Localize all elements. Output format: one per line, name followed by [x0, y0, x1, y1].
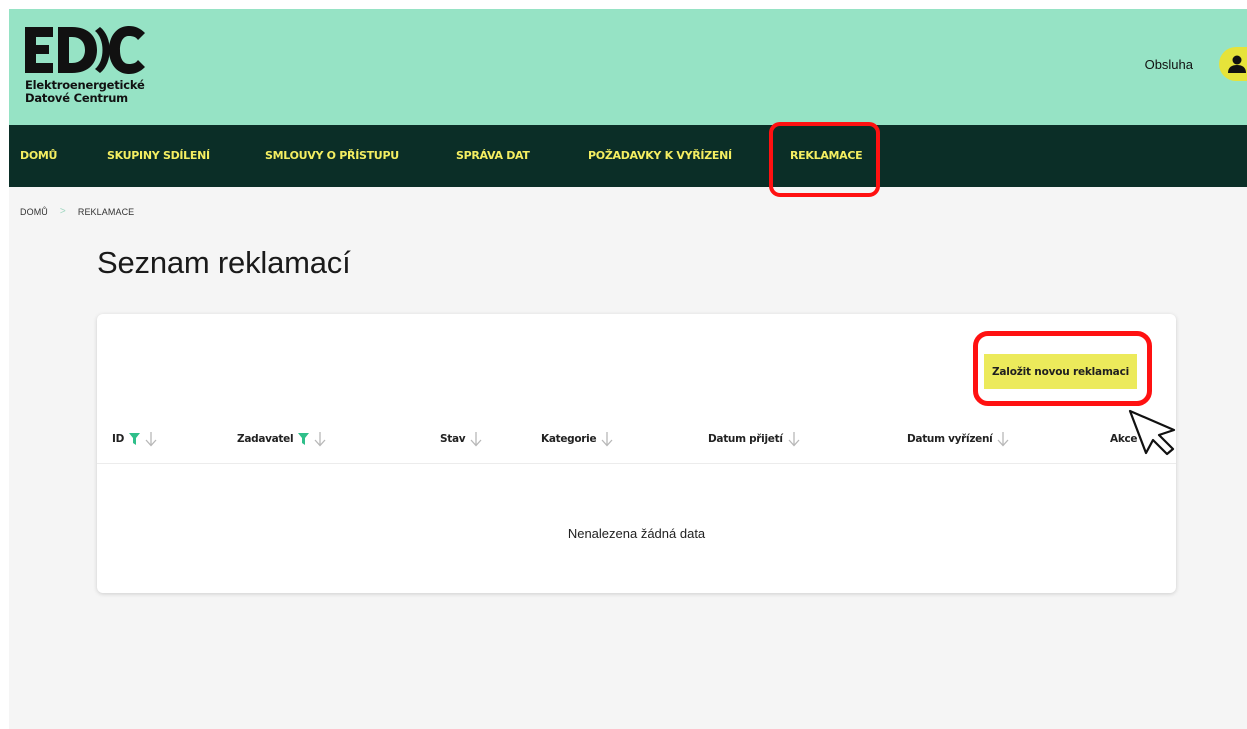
column-label: ID	[112, 433, 125, 445]
breadcrumb-item-reklamace: REKLAMACE	[77, 206, 135, 217]
arrow-down-icon[interactable]	[470, 431, 482, 447]
arrow-down-icon[interactable]	[788, 431, 800, 447]
nav-item-pozadavky-k-vyrizeni[interactable]: POŽADAVKY K VYŘÍZENÍ	[588, 125, 732, 187]
nav-item-domu[interactable]: DOMŮ	[20, 125, 57, 187]
column-header-zadavatel[interactable]: Zadavatel	[237, 428, 326, 450]
funnel-icon[interactable]	[129, 433, 141, 445]
column-label: Stav	[440, 433, 466, 445]
arrow-down-icon[interactable]	[314, 431, 326, 447]
arrow-down-icon[interactable]	[145, 431, 157, 447]
user-name[interactable]: Obsluha	[1145, 57, 1193, 72]
nav-item-smlouvy-o-pristupu[interactable]: SMLOUVY O PŘÍSTUPU	[265, 125, 399, 187]
breadcrumb-item-domu[interactable]: DOMŮ	[20, 207, 48, 217]
funnel-icon[interactable]	[298, 433, 310, 445]
arrow-down-icon[interactable]	[601, 431, 613, 447]
nav-item-skupiny-sdileni[interactable]: SKUPINY SDÍLENÍ	[107, 125, 210, 187]
avatar[interactable]	[1219, 47, 1247, 81]
column-header-stav[interactable]: Stav	[440, 428, 482, 450]
column-label: Kategorie	[541, 433, 597, 445]
annotation-highlight-nav	[769, 122, 880, 197]
column-header-kategorie[interactable]: Kategorie	[541, 428, 613, 450]
logo-line-2: Datové Centrum	[25, 91, 128, 105]
column-header-id[interactable]: ID	[112, 428, 157, 450]
column-header-datum-prijeti[interactable]: Datum přijetí	[708, 428, 800, 450]
column-label: Zadavatel	[237, 433, 294, 445]
column-label: Datum vyřízení	[907, 433, 993, 445]
breadcrumb-separator: >	[59, 206, 66, 217]
empty-state-message: Nenalezena žádná data	[567, 526, 706, 541]
top-header: Elektroenergetické Datové Centrum Obsluh…	[9, 9, 1247, 125]
app-frame: Elektroenergetické Datové Centrum Obsluh…	[9, 9, 1247, 729]
column-header-datum-vyrizeni[interactable]: Datum vyřízení	[907, 428, 1009, 450]
arrow-down-icon[interactable]	[997, 431, 1009, 447]
user-icon	[1228, 55, 1246, 73]
edc-logo-mark-icon	[25, 26, 145, 74]
annotation-highlight-button	[973, 331, 1152, 406]
page-title: Seznam reklamací	[97, 245, 351, 280]
nav-item-sprava-dat[interactable]: SPRÁVA DAT	[456, 125, 530, 187]
breadcrumb: DOMŮ > REKLAMACE	[20, 206, 134, 217]
main-nav: DOMŮ SKUPINY SDÍLENÍ SMLOUVY O PŘÍSTUPU …	[9, 125, 1247, 187]
column-label: Datum přijetí	[708, 433, 783, 445]
edc-logo[interactable]: Elektroenergetické Datové Centrum	[25, 23, 147, 105]
user-menu[interactable]: Obsluha	[1145, 47, 1247, 81]
mouse-pointer-icon	[1128, 409, 1176, 456]
table-header-divider	[97, 463, 1176, 464]
